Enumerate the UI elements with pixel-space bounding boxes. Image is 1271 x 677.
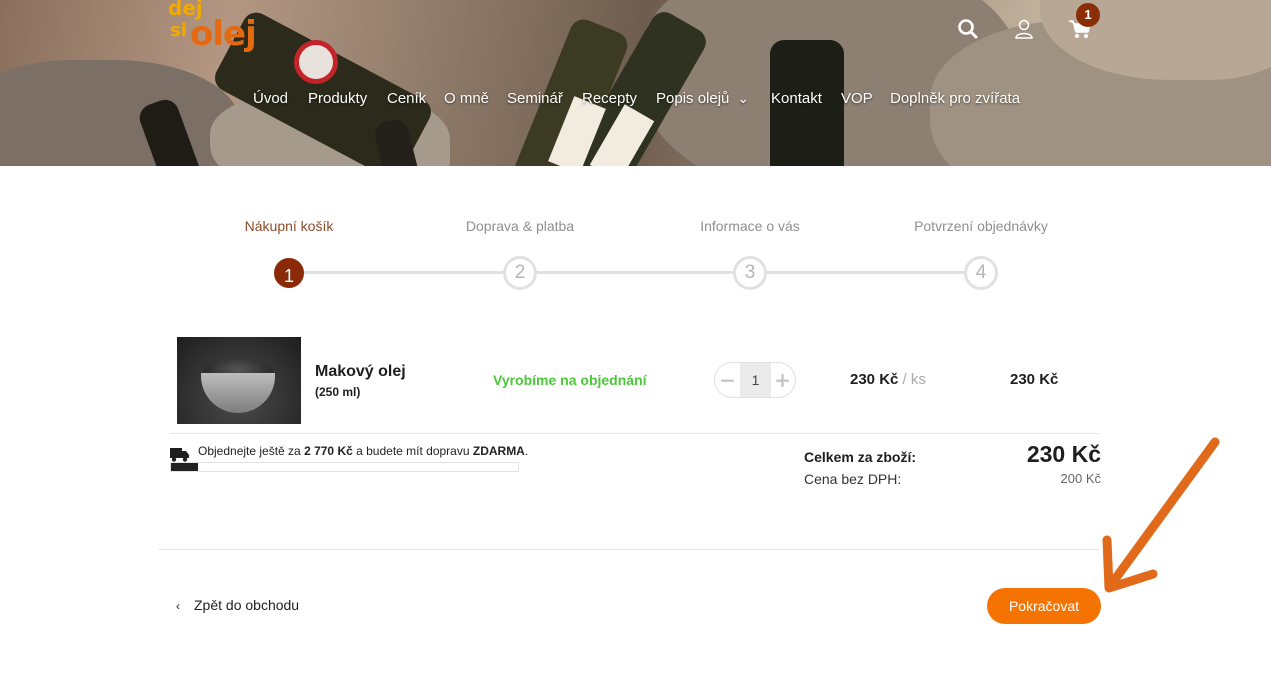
availability-status: Vyrobíme na objednání — [493, 372, 647, 388]
checkout-steps: Nákupní košík Doprava & platba Informace… — [0, 210, 1271, 300]
quantity-increase-button[interactable]: + — [770, 363, 795, 397]
step-label-shipping: Doprava & platba — [465, 218, 575, 234]
back-to-shop-label: Zpět do obchodu — [194, 597, 300, 613]
step-2-circle: 2 — [503, 256, 537, 290]
shipping-text-suffix: . — [524, 444, 529, 458]
step-label-info: Informace o vás — [700, 218, 800, 234]
divider — [170, 433, 1100, 434]
hero-rock — [0, 60, 240, 166]
annotation-arrow-icon — [1102, 437, 1220, 593]
cart-item-row: Makový olej (250 ml) Vyrobíme na objedná… — [170, 337, 1100, 425]
product-size: (250 ml) — [315, 385, 361, 399]
nav-item-kontakt[interactable]: Kontakt — [771, 90, 822, 107]
step-1-circle: 1 — [274, 258, 304, 288]
site-logo[interactable]: dej si olej — [168, 0, 258, 62]
nav-item-doplnek[interactable]: Doplněk pro zvířata — [890, 90, 1020, 107]
unit-price: 230 Kč / ks — [850, 371, 926, 388]
nav-item-o-mne[interactable]: O mně — [444, 90, 489, 107]
metal-bowl — [201, 373, 275, 413]
chevron-down-icon: ⌄ — [737, 90, 750, 106]
search-icon[interactable] — [957, 18, 983, 44]
nav-item-produkty[interactable]: Produkty — [308, 90, 367, 107]
nav-item-cenik[interactable]: Ceník — [387, 90, 426, 107]
nav-item-recepty[interactable]: Recepty — [582, 90, 637, 107]
net-price-value: 200 Kč — [1060, 471, 1101, 486]
net-price-label: Cena bez DPH: — [804, 471, 902, 487]
logo-text-main: olej — [190, 14, 257, 54]
quantity-input[interactable]: 1 — [740, 363, 771, 397]
quantity-stepper: − 1 + — [714, 362, 796, 398]
logo-text-small: si — [170, 20, 187, 41]
unit-price-suffix: / ks — [902, 371, 926, 388]
free-shipping-progress: Objednejte ještě za 2 770 Kč a budete mí… — [170, 442, 530, 482]
cart-count-badge: 1 — [1076, 3, 1100, 27]
nav-item-uvod[interactable]: Úvod — [253, 90, 288, 107]
main-nav: Úvod Produkty Ceník O mně Seminář Recept… — [0, 90, 1271, 112]
step-progress-line — [290, 271, 980, 274]
shipping-free-word: ZDARMA — [472, 444, 525, 458]
nav-item-vop[interactable]: VOP — [841, 90, 873, 107]
header-hero: dej si olej Úvod Produkty Ceník O mně Se… — [0, 0, 1271, 166]
back-to-shop-link[interactable]: ‹ Zpět do obchodu — [176, 597, 299, 613]
shipping-text-prefix: Objednejte ještě za — [198, 444, 305, 458]
step-4-circle: 4 — [964, 256, 998, 290]
divider — [158, 549, 1100, 550]
product-thumbnail[interactable] — [177, 337, 301, 424]
shipping-remaining-amount: 2 770 Kč — [304, 444, 353, 458]
unit-price-value: 230 Kč — [850, 371, 899, 388]
line-total: 230 Kč — [1010, 371, 1059, 388]
free-shipping-message: Objednejte ještě za 2 770 Kč a budete mí… — [198, 444, 528, 458]
shipping-progress-fill — [171, 463, 198, 471]
total-value: 230 Kč — [1026, 441, 1101, 467]
hero-bottle-cap — [294, 40, 338, 84]
total-label: Celkem za zboží: — [804, 449, 917, 465]
step-label-cart: Nákupní košík — [244, 218, 334, 234]
nav-item-seminar[interactable]: Seminář — [507, 90, 563, 107]
chevron-left-icon: ‹ — [176, 599, 180, 613]
step-label-confirmation: Potvrzení objednávky — [914, 218, 1048, 234]
user-icon[interactable] — [1013, 18, 1039, 44]
shipping-text-middle: a budete mít dopravu — [352, 444, 473, 458]
continue-button[interactable]: Pokračovat — [987, 588, 1101, 624]
step-3-circle: 3 — [733, 256, 767, 290]
quantity-decrease-button[interactable]: − — [715, 363, 740, 397]
product-name[interactable]: Makový olej — [315, 363, 406, 381]
truck-icon — [170, 448, 189, 462]
nav-item-popis-oleju[interactable]: Popis olejů ⌄ — [656, 90, 749, 107]
nav-item-popis-oleju-label: Popis olejů — [656, 90, 730, 107]
shipping-progress-bar — [170, 462, 519, 472]
